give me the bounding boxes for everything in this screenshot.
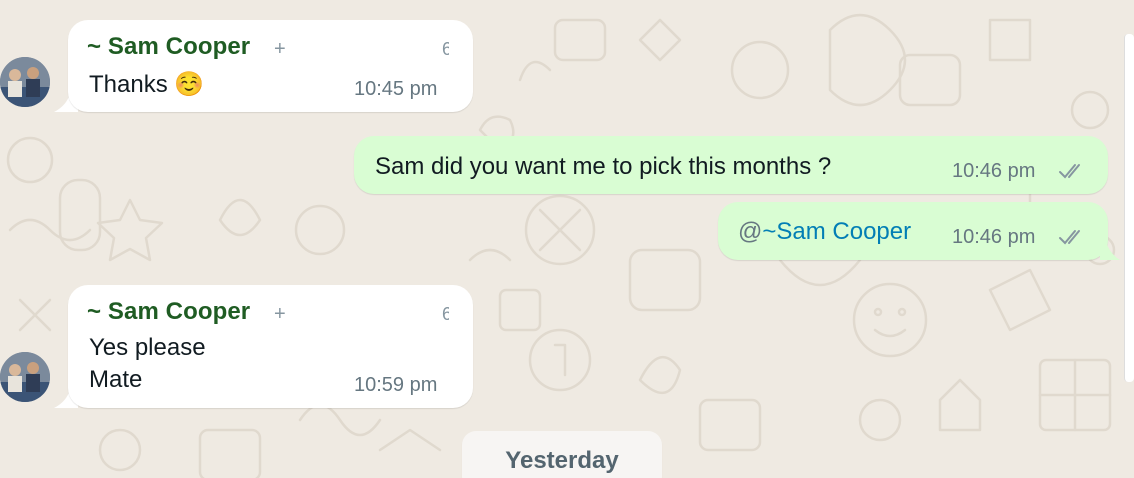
scrollbar[interactable] (1124, 34, 1134, 382)
add-contact-icon[interactable]: + (274, 38, 286, 61)
date-divider-label: Yesterday (505, 447, 619, 474)
message-time: 10:46 pm (952, 226, 1036, 248)
avatar-photo-icon (0, 352, 50, 402)
message-time: 10:46 pm (952, 160, 1036, 182)
sender-name[interactable]: ~ Sam Cooper (87, 298, 250, 326)
date-divider: Yesterday (462, 431, 662, 478)
bubble-tail (1100, 240, 1120, 260)
message-bubble-outgoing[interactable]: Sam did you want me to pick this months … (354, 136, 1108, 194)
avatar-photo-icon (0, 57, 50, 107)
message-time: 10:45 pm (354, 78, 438, 100)
read-receipt-icon (1059, 230, 1080, 245)
message-text: Sam did you want me to pick this months … (375, 153, 832, 180)
mention-at-symbol: @ (738, 218, 763, 245)
sender-avatar[interactable] (0, 352, 50, 402)
message-text-line: Mate (89, 366, 143, 393)
message-text-line: Yes please (89, 334, 206, 361)
message-text: Thanks ☺️ (89, 71, 205, 98)
read-receipt-icon (1059, 164, 1080, 179)
mention-link[interactable]: ~Sam Cooper (762, 218, 911, 245)
message-bubble-incoming[interactable]: ~ Sam Cooper + 6 Yes please Mate 10:59 p… (68, 285, 473, 408)
sender-name[interactable]: ~ Sam Cooper (87, 33, 250, 61)
add-contact-icon[interactable]: + (274, 303, 286, 326)
message-time: 10:59 pm (354, 374, 438, 396)
mention-text: @~Sam Cooper (738, 218, 911, 246)
message-bubble-incoming[interactable]: ~ Sam Cooper + 6 Thanks ☺️ 10:45 pm (68, 20, 473, 112)
message-list[interactable]: ~ Sam Cooper + 6 Thanks ☺️ 10:45 pm Sam … (0, 0, 1134, 478)
truncated-phone-text: 6 (442, 39, 449, 59)
message-bubble-outgoing[interactable]: @~Sam Cooper 10:46 pm (718, 202, 1108, 260)
truncated-phone-text: 6 (442, 304, 449, 324)
sender-avatar[interactable] (0, 57, 50, 107)
